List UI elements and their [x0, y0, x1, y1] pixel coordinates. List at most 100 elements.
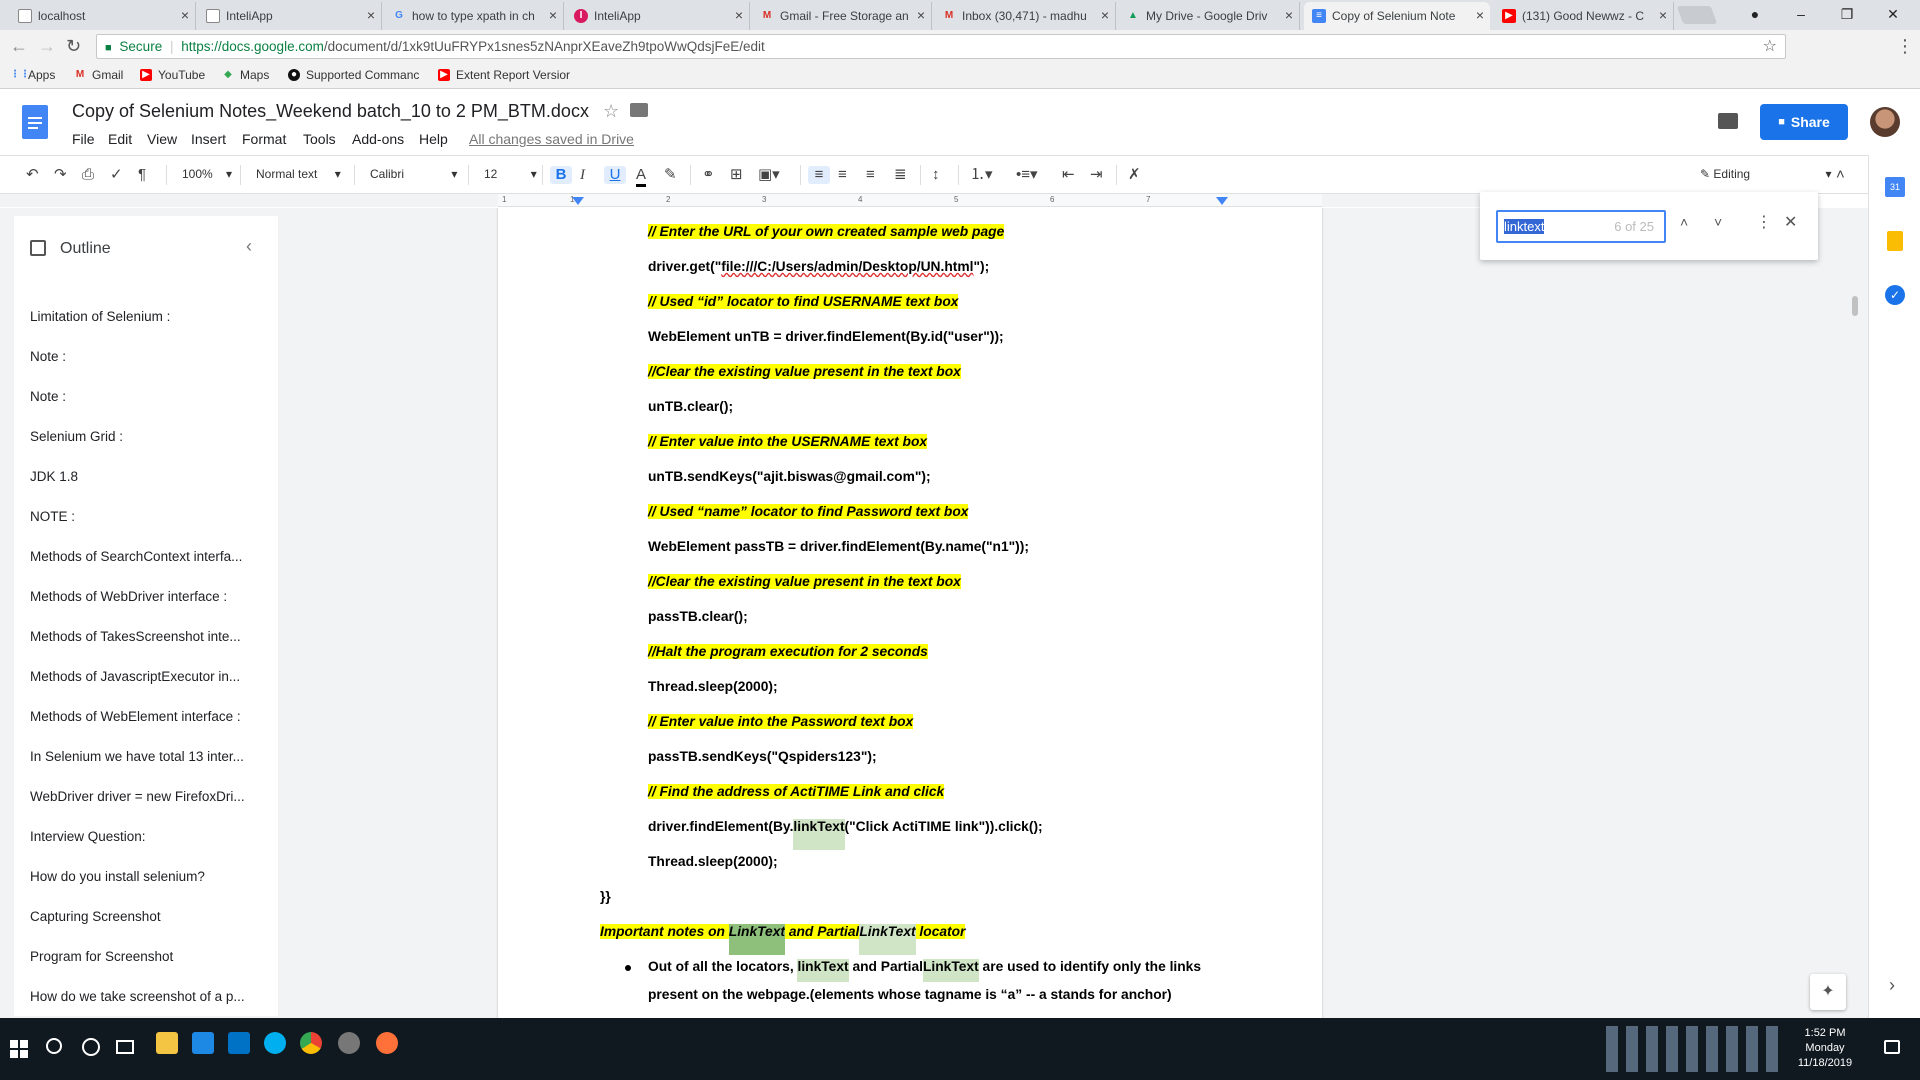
tab-inteliapp[interactable]: InteliApp × [198, 2, 382, 30]
profile-icon[interactable]: ● [1732, 0, 1778, 28]
bookmark-extent-report[interactable]: ▶ Extent Report Versior [438, 68, 570, 82]
notifications-icon[interactable] [1884, 1040, 1900, 1054]
close-tab-icon[interactable]: × [1476, 8, 1484, 22]
calendar-icon[interactable]: 31 [1885, 177, 1905, 197]
outline-item[interactable]: Methods of WebElement interface : [30, 709, 270, 724]
tasks-icon[interactable]: ✓ [1885, 285, 1905, 305]
close-tab-icon[interactable]: × [917, 8, 925, 22]
insert-image-icon[interactable]: ▣▾ [758, 166, 780, 184]
close-tab-icon[interactable]: × [367, 8, 375, 22]
align-center-icon[interactable]: ≡ [838, 166, 847, 184]
paint-format-icon[interactable]: ¶ [138, 166, 146, 184]
search-icon[interactable] [46, 1038, 62, 1054]
close-outline-chevron-icon[interactable]: ‹ [246, 236, 252, 257]
style-select[interactable]: Normal text ▾ [256, 167, 341, 181]
next-match-icon[interactable]: ˅ [1714, 214, 1722, 230]
close-tab-icon[interactable]: × [1285, 8, 1293, 22]
scrollbar-thumb[interactable] [1852, 296, 1858, 316]
italic-button[interactable]: I [580, 166, 585, 184]
spellcheck-icon[interactable]: ✓ [110, 166, 123, 184]
bookmark-supported-commands[interactable]: ● Supported Commanc [288, 68, 419, 82]
menu-view[interactable]: View [147, 131, 177, 147]
outline-item[interactable]: How do you install selenium? [30, 869, 270, 884]
close-find-icon[interactable]: ✕ [1784, 212, 1797, 232]
bookmark-star-icon[interactable]: ☆ [1763, 35, 1777, 58]
clear-formatting-icon[interactable]: ✗ [1128, 166, 1141, 184]
undo-icon[interactable]: ↶ [26, 166, 39, 184]
tab-inteliapp-2[interactable]: I InteliApp × [566, 2, 750, 30]
clock-time[interactable]: 1:52 PM [1790, 1026, 1860, 1041]
left-indent-marker-icon[interactable] [572, 197, 584, 205]
explore-button[interactable]: ✦ [1810, 974, 1846, 1010]
tab-youtube[interactable]: ▶ (131) Good Newwz - C × [1494, 2, 1674, 30]
close-tab-icon[interactable]: × [1101, 8, 1109, 22]
outline-item[interactable]: Methods of TakesScreenshot inte... [30, 629, 270, 644]
document-page[interactable]: // Enter the URL of your own created sam… [498, 208, 1322, 1018]
tab-my-drive[interactable]: ▲ My Drive - Google Driv × [1118, 2, 1300, 30]
browser-menu-icon[interactable]: ⋮ [1896, 36, 1914, 56]
ruler[interactable]: 1 1 2 3 4 5 6 7 [498, 194, 1322, 207]
outlook-icon[interactable] [228, 1032, 250, 1054]
outline-item[interactable]: Limitation of Selenium : [30, 309, 270, 324]
line-spacing-icon[interactable]: ↕ [932, 166, 940, 184]
menu-tools[interactable]: Tools [303, 131, 336, 147]
justify-icon[interactable]: ≣ [894, 166, 907, 184]
print-icon[interactable]: ⎙ [82, 166, 94, 184]
save-status[interactable]: All changes saved in Drive [469, 131, 634, 147]
outline-item[interactable]: Methods of WebDriver interface : [30, 589, 270, 604]
outline-item[interactable]: Program for Screenshot [30, 949, 270, 964]
find-options-icon[interactable]: ⋮ [1756, 212, 1772, 232]
keep-icon[interactable] [1887, 231, 1903, 251]
tab-selenium-notes[interactable]: ≡ Copy of Selenium Note × [1304, 2, 1490, 30]
align-left-icon[interactable]: ≡ [808, 166, 830, 184]
document-title[interactable]: Copy of Selenium Notes_Weekend batch_10 … [72, 101, 589, 122]
bulleted-list-icon[interactable]: •≡▾ [1016, 166, 1038, 184]
menu-format[interactable]: Format [242, 131, 286, 147]
outline-item[interactable]: NOTE : [30, 509, 270, 524]
avatar[interactable] [1870, 107, 1900, 137]
close-window-icon[interactable]: ✕ [1870, 0, 1916, 28]
settings-gear-icon[interactable] [338, 1032, 360, 1054]
hide-menus-chevron-up-icon[interactable]: ˄ [1836, 166, 1845, 184]
outline-item[interactable]: Interview Question: [30, 829, 270, 844]
chrome-icon[interactable] [300, 1032, 322, 1054]
firefox-icon[interactable] [376, 1032, 398, 1054]
text-color-icon[interactable]: A [636, 166, 647, 187]
underline-button[interactable]: U [604, 166, 626, 184]
font-select[interactable]: Calibri ▾ [370, 167, 457, 181]
tab-inbox[interactable]: M Inbox (30,471) - madhu × [934, 2, 1116, 30]
cortana-icon[interactable] [82, 1038, 100, 1056]
restore-icon[interactable]: ❐ [1824, 0, 1870, 28]
outline-item[interactable]: Capturing Screenshot [30, 909, 270, 924]
expand-panel-chevron-icon[interactable]: › [1889, 975, 1895, 996]
share-button[interactable]: ■ Share [1760, 104, 1848, 140]
zoom-select[interactable]: 100% ▾ [182, 167, 232, 181]
tab-localhost[interactable]: localhost × [10, 2, 196, 30]
folder-icon[interactable] [630, 103, 648, 117]
find-input[interactable]: linktext 6 of 25 [1496, 210, 1666, 243]
outline-item[interactable]: JDK 1.8 [30, 469, 270, 484]
new-tab-button[interactable] [1676, 6, 1718, 24]
menu-edit[interactable]: Edit [108, 131, 132, 147]
docs-logo-icon[interactable] [22, 105, 48, 139]
file-explorer-icon[interactable] [156, 1032, 178, 1054]
menu-help[interactable]: Help [419, 131, 448, 147]
windows-start-icon[interactable] [10, 1040, 28, 1058]
close-tab-icon[interactable]: × [1659, 8, 1667, 22]
outline-item[interactable]: Note : [30, 349, 270, 364]
close-tab-icon[interactable]: × [549, 8, 557, 22]
url-input[interactable]: ■ Secure | https://docs.google.com/docum… [96, 34, 1786, 59]
menu-addons[interactable]: Add-ons [352, 131, 404, 147]
menu-insert[interactable]: Insert [191, 131, 226, 147]
outline-item[interactable]: Selenium Grid : [30, 429, 270, 444]
tab-gmail[interactable]: M Gmail - Free Storage an × [752, 2, 932, 30]
outline-item[interactable]: How do we take screenshot of a p... [30, 989, 270, 1004]
outline-item[interactable]: WebDriver driver = new FirefoxDri... [30, 789, 270, 804]
forward-icon[interactable]: → [38, 36, 56, 56]
task-view-icon[interactable] [116, 1040, 134, 1054]
tab-google-search[interactable]: G how to type xpath in ch × [384, 2, 564, 30]
back-icon[interactable]: ← [10, 36, 28, 56]
align-right-icon[interactable]: ≡ [866, 166, 875, 184]
highlight-color-icon[interactable]: ✎ [664, 166, 677, 184]
increase-indent-icon[interactable]: ⇥ [1090, 166, 1103, 184]
